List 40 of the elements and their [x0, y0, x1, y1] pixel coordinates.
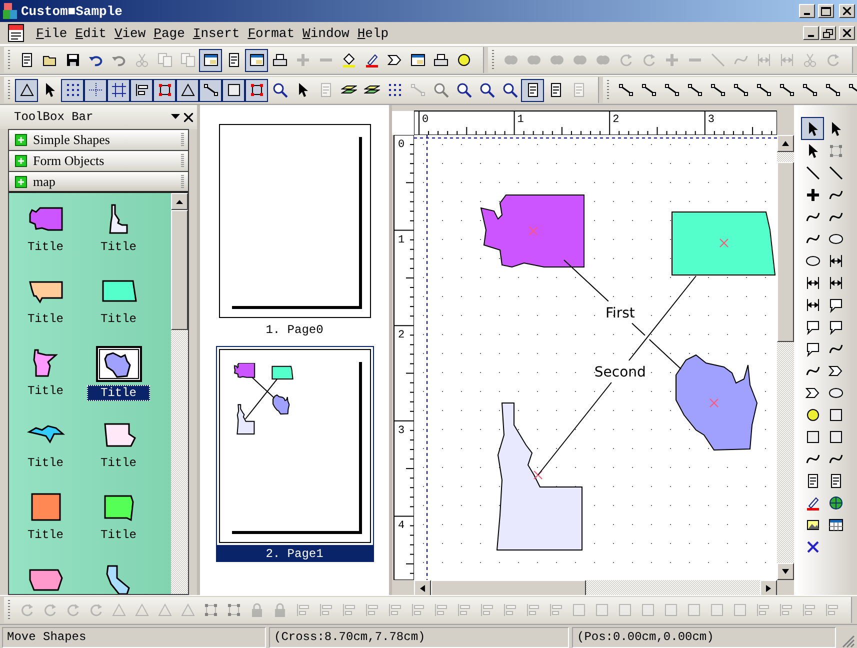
connector-drawing[interactable]: First Second	[538, 260, 696, 476]
ruler-number: 0	[398, 139, 405, 151]
window-title: Custom■Sample	[21, 4, 124, 18]
shape-label[interactable]: Title	[96, 239, 140, 255]
shape-label[interactable]: Title	[23, 311, 68, 327]
menu-item[interactable]: Format	[244, 24, 299, 42]
shape-label[interactable]: Title	[23, 383, 68, 399]
connector-label[interactable]: First	[605, 305, 635, 322]
shape-label[interactable]: Title	[96, 455, 140, 471]
ruler-number: 3	[708, 114, 714, 126]
shape-label[interactable]: Title	[96, 311, 140, 327]
ruler-number: 0	[422, 114, 429, 126]
shape-label[interactable]: Title	[23, 527, 68, 543]
shape-label[interactable]: Title	[23, 455, 68, 471]
status-text: (Pos:0.00cm,0.00cm)	[572, 627, 836, 648]
connector-label[interactable]: Second	[594, 364, 646, 380]
panel-title: ToolBox Bar	[14, 110, 94, 124]
status-text: Move Shapes	[2, 627, 266, 648]
ruler-number: 2	[398, 330, 405, 342]
ruler-number: 1	[517, 114, 524, 126]
menu-item[interactable]: Insert	[188, 24, 244, 42]
menu-item[interactable]: View	[110, 24, 150, 42]
section-header[interactable]: map	[9, 172, 188, 193]
status-text: (Cross:8.70cm,7.78cm)	[269, 627, 569, 648]
shape-label[interactable]: Title	[96, 527, 140, 543]
shape-label[interactable]: Title	[87, 385, 150, 401]
menu-item[interactable]: File	[32, 24, 72, 42]
menu-item[interactable]: Window	[298, 24, 354, 42]
shape-label[interactable]: Title	[23, 239, 68, 255]
ruler-number: 4	[398, 520, 405, 532]
ruler-number: 2	[612, 114, 620, 126]
ruler-number: 3	[398, 424, 405, 437]
ruler-number: 1	[398, 234, 405, 246]
section-header[interactable]: Form Objects	[9, 151, 188, 172]
menu-item[interactable]: Help	[353, 24, 393, 42]
menu-item[interactable]: Page	[150, 24, 189, 42]
section-header[interactable]: Simple Shapes	[9, 130, 188, 151]
page-label[interactable]: 2. Page1	[216, 546, 374, 562]
page-label[interactable]: 1. Page0	[216, 322, 374, 338]
menu-item[interactable]: Edit	[71, 24, 110, 42]
